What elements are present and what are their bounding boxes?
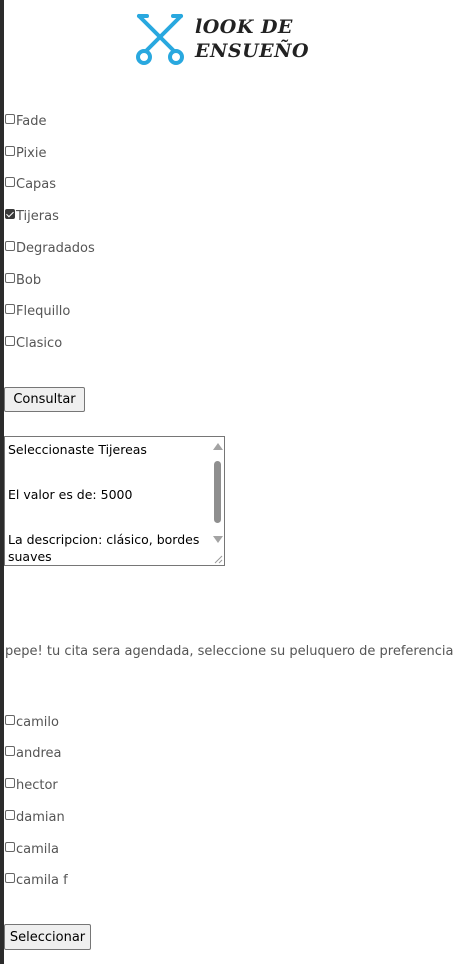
consult-button[interactable]: Consultar xyxy=(4,387,85,412)
scrollbar[interactable] xyxy=(210,437,224,565)
style-option-bob[interactable]: Bob xyxy=(5,272,42,288)
checkbox[interactable] xyxy=(5,240,15,251)
style-label: Fade xyxy=(16,114,47,129)
barber-option-camila-f[interactable]: camila f xyxy=(5,872,68,888)
barber-option-camila[interactable]: camila xyxy=(5,841,59,857)
checkbox[interactable] xyxy=(5,335,15,346)
checkbox[interactable] xyxy=(5,145,15,156)
checkbox[interactable] xyxy=(5,176,15,187)
style-label: Capas xyxy=(16,177,57,192)
checkbox[interactable] xyxy=(5,872,15,883)
barber-option-andrea[interactable]: andrea xyxy=(5,745,62,761)
barber-label: hector xyxy=(16,778,58,793)
select-button[interactable]: Seleccionar xyxy=(4,924,91,950)
style-option-degradados[interactable]: Degradados xyxy=(5,240,95,256)
logo: lOOK DE ENSUEÑO xyxy=(133,12,309,66)
result-content: Seleccionaste Tijereas El valor es de: 5… xyxy=(5,437,224,565)
style-option-tijeras[interactable]: Tijeras xyxy=(5,208,59,224)
checkbox[interactable] xyxy=(5,809,15,820)
checkbox[interactable] xyxy=(5,272,15,283)
barber-label: camila xyxy=(16,842,59,857)
scroll-down-arrow-icon[interactable] xyxy=(213,536,223,543)
barber-label: damian xyxy=(16,810,65,825)
style-option-flequillo[interactable]: Flequillo xyxy=(5,303,71,319)
checkbox-checked[interactable] xyxy=(5,208,15,219)
style-label: Tijeras xyxy=(16,209,59,224)
style-label: Flequillo xyxy=(16,304,71,319)
style-option-clasico[interactable]: Clasico xyxy=(5,335,63,351)
result-textarea[interactable]: Seleccionaste Tijereas El valor es de: 5… xyxy=(4,436,225,566)
checkbox[interactable] xyxy=(5,714,15,725)
barber-option-camilo[interactable]: camilo xyxy=(5,714,59,730)
resize-grip-icon[interactable] xyxy=(213,554,223,564)
checkbox[interactable] xyxy=(5,745,15,756)
checkbox[interactable] xyxy=(5,777,15,788)
style-label: Pixie xyxy=(16,146,47,161)
barber-option-hector[interactable]: hector xyxy=(5,777,58,793)
style-option-capas[interactable]: Capas xyxy=(5,176,57,192)
result-selection: Seleccionaste Tijereas xyxy=(8,442,147,457)
style-label: Degradados xyxy=(16,241,95,256)
barber-label: camilo xyxy=(16,715,59,730)
barber-label: camila f xyxy=(16,873,68,888)
style-option-pixie[interactable]: Pixie xyxy=(5,145,47,161)
barber-label: andrea xyxy=(16,746,62,761)
style-label: Clasico xyxy=(16,336,63,351)
scissors-icon xyxy=(136,14,184,65)
style-option-fade[interactable]: Fade xyxy=(5,113,47,129)
brand-name: lOOK DE ENSUEÑO xyxy=(195,15,309,63)
style-label: Bob xyxy=(16,273,42,288)
checkbox[interactable] xyxy=(5,113,15,124)
checkbox[interactable] xyxy=(5,303,15,314)
barber-option-damian[interactable]: damian xyxy=(5,809,65,825)
scroll-up-arrow-icon[interactable] xyxy=(213,443,223,450)
scroll-thumb[interactable] xyxy=(214,461,221,523)
result-description: La descripcion: clásico, bordes suaves xyxy=(8,532,200,564)
brand-line-1: lOOK DE xyxy=(195,16,293,38)
brand-line-2: ENSUEÑO xyxy=(195,40,310,62)
checkbox[interactable] xyxy=(5,841,15,852)
result-price: El valor es de: 5000 xyxy=(8,487,133,502)
appointment-message: pepe! tu cita sera agendada, seleccione … xyxy=(5,644,454,659)
